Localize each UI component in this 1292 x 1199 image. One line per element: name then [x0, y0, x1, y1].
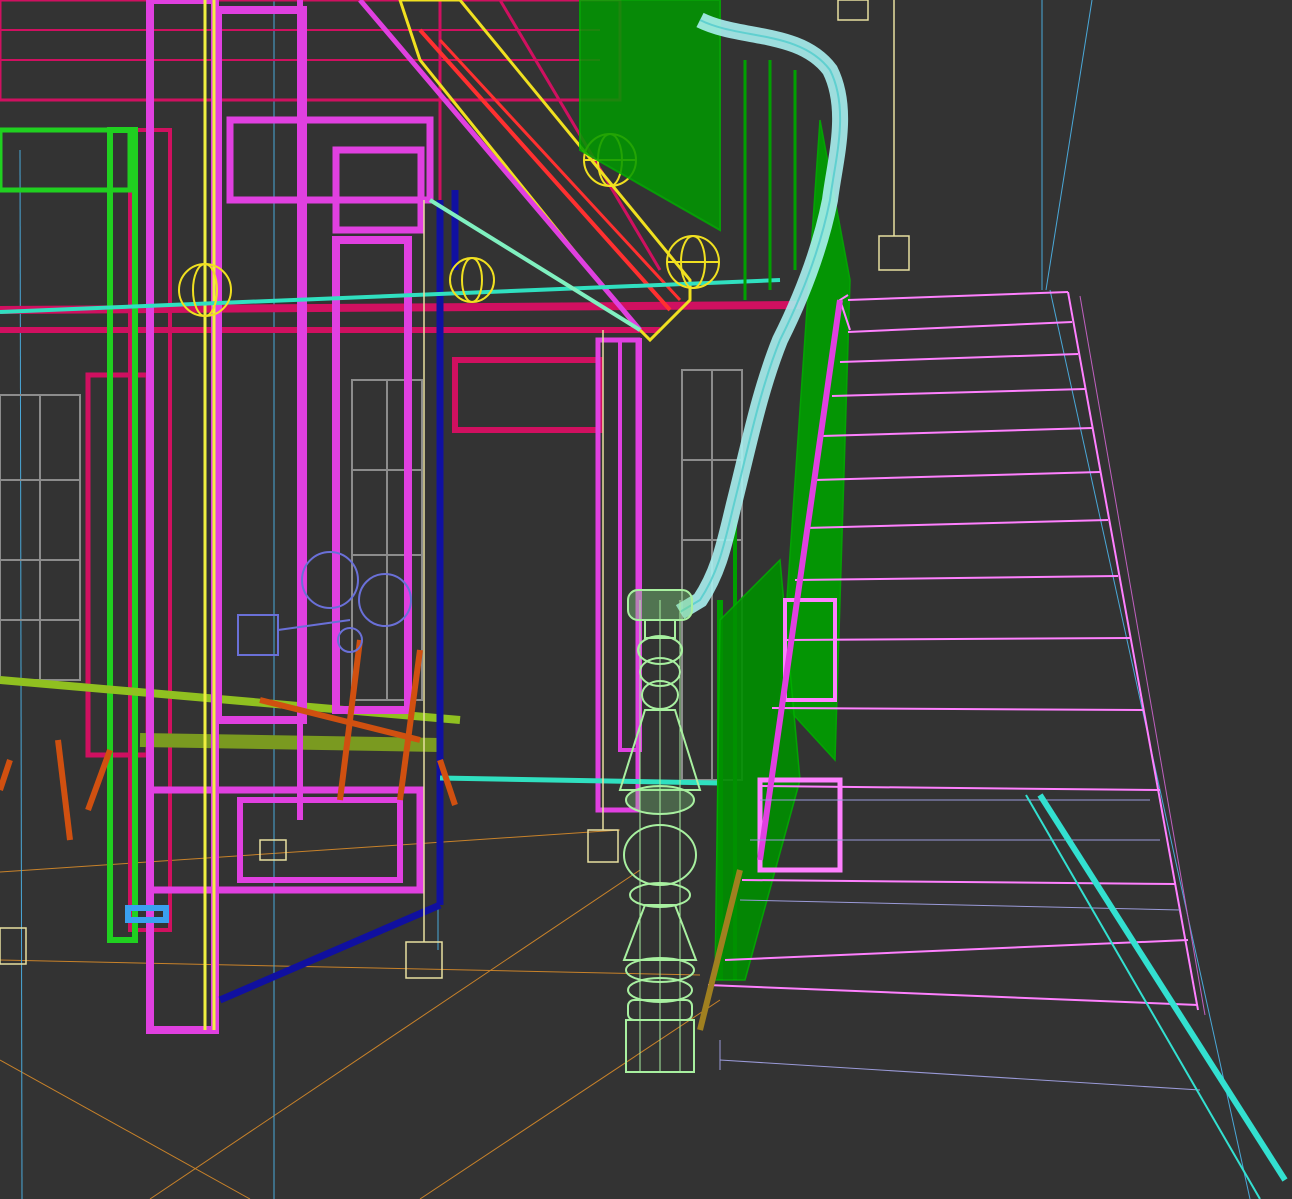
stair-stringer-edge: [1025, 793, 1288, 1199]
wireframe-viewport[interactable]: [0, 0, 1292, 1199]
stair-underside: [719, 799, 1201, 1091]
newel-post: [618, 589, 702, 1073]
scene-canvas[interactable]: [0, 0, 1292, 1199]
door-frames: [146, 0, 642, 1034]
decorative-statue: [237, 551, 412, 656]
yellow-post: [203, 0, 216, 1030]
